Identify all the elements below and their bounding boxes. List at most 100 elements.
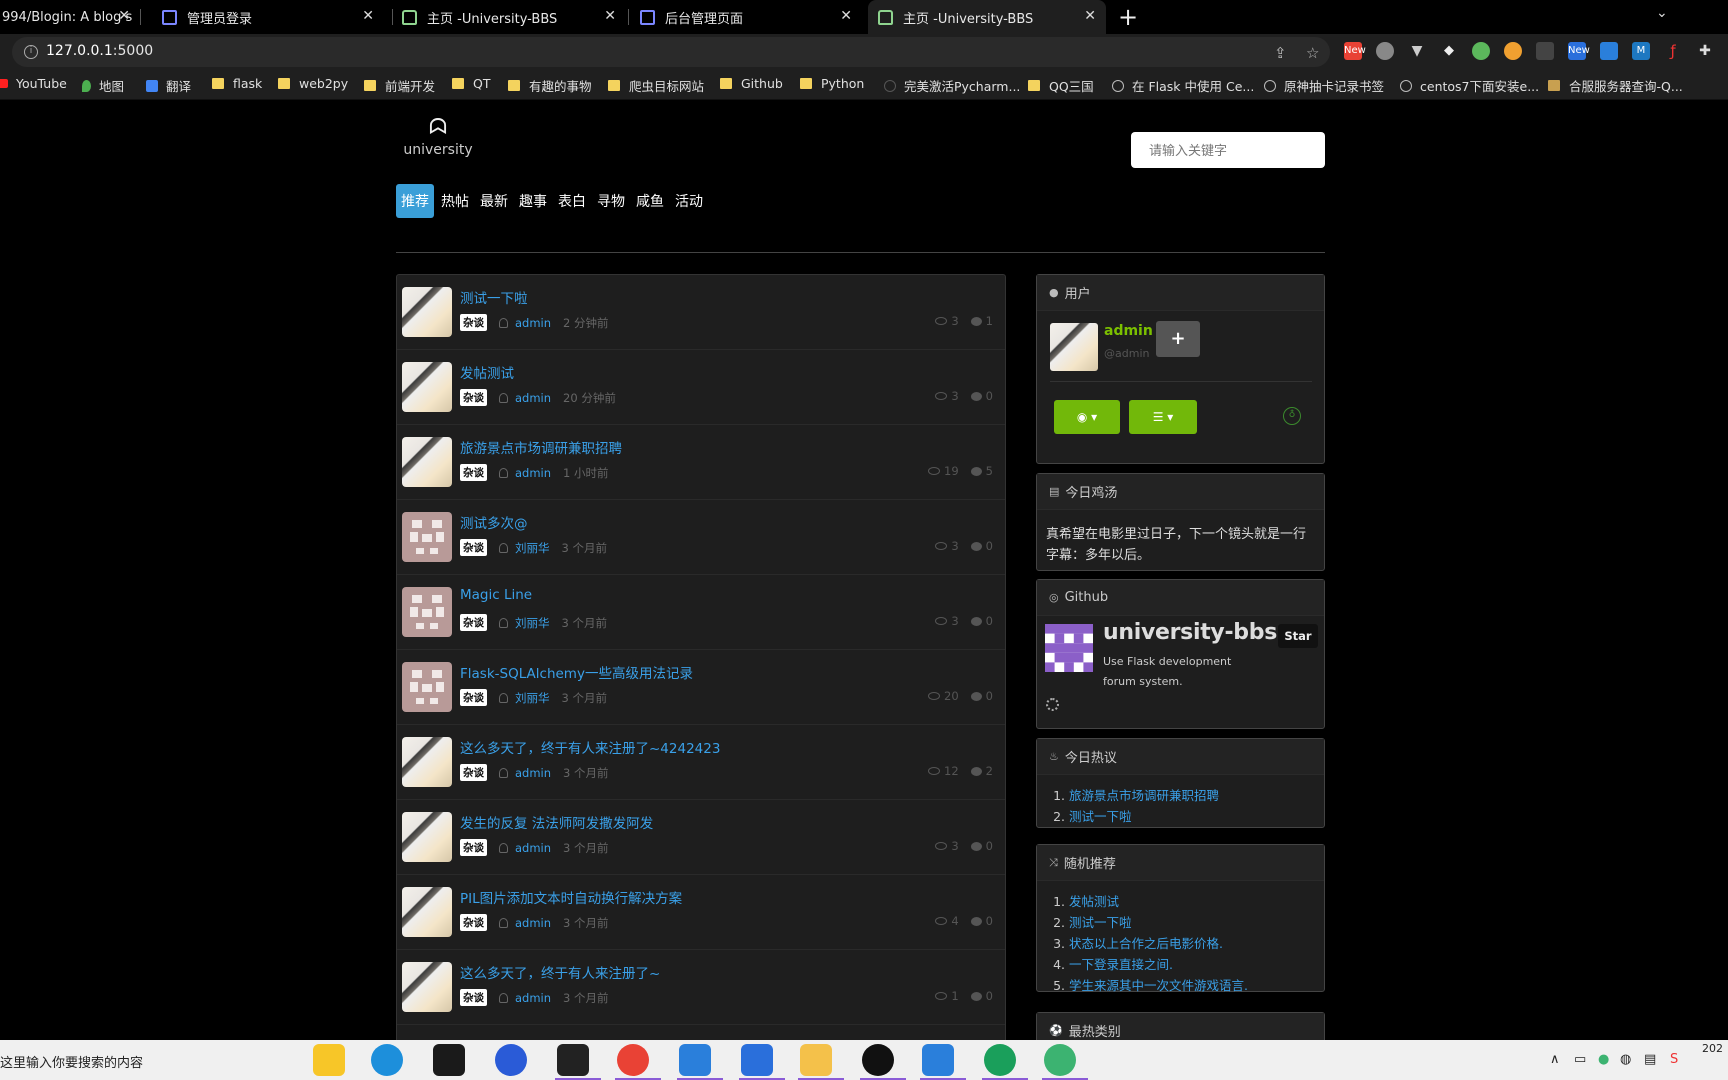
post-author[interactable]: admin: [515, 766, 551, 780]
app-g-icon[interactable]: [557, 1044, 589, 1076]
record-icon[interactable]: [862, 1044, 894, 1076]
close-icon[interactable]: ✕: [362, 8, 374, 24]
post-tag[interactable]: 杂谈: [460, 689, 487, 706]
menu-dropdown-button[interactable]: ☰ ▾: [1129, 400, 1197, 434]
search-input[interactable]: [1131, 132, 1325, 168]
taskbar-search[interactable]: 在这里输入你要搜索的内容: [0, 1052, 143, 1071]
repo-avatar[interactable]: [1045, 624, 1093, 672]
post-author[interactable]: 刘丽华: [515, 540, 550, 556]
baidu-icon[interactable]: [495, 1044, 527, 1076]
avatar[interactable]: [1050, 323, 1098, 371]
nav-confession[interactable]: 表白: [554, 184, 590, 218]
bookmark-fun[interactable]: 有趣的事物: [508, 76, 592, 95]
tab-admin-login[interactable]: 管理员登录 ✕: [152, 0, 384, 34]
bookmark-pycharm[interactable]: 完美激活Pycharm...: [884, 76, 1020, 95]
nav-recommend[interactable]: 推荐: [396, 184, 434, 218]
post-author[interactable]: 刘丽华: [515, 690, 550, 706]
tray-app-icon[interactable]: ◍: [1620, 1052, 1631, 1067]
app-green-icon[interactable]: [984, 1044, 1016, 1076]
tray-up-icon[interactable]: ∧: [1550, 1052, 1560, 1067]
close-icon[interactable]: ✕: [840, 8, 852, 24]
app-blue-icon[interactable]: [741, 1044, 773, 1076]
file-explorer-icon[interactable]: [800, 1044, 832, 1076]
extensions-puzzle-icon[interactable]: ✚: [1696, 42, 1714, 60]
post-tag[interactable]: 杂谈: [460, 989, 487, 1006]
avatar[interactable]: [402, 662, 452, 712]
post-row[interactable]: 测试一下啦 杂谈 admin 2 分钟前 3 1: [397, 275, 1005, 350]
post-author[interactable]: admin: [515, 391, 551, 405]
nav-fun[interactable]: 趣事: [515, 184, 551, 218]
list-link[interactable]: 旅游景点市场调研兼职招聘: [1069, 788, 1219, 803]
extension-glasses-icon[interactable]: [1536, 42, 1554, 60]
bookmark-star-icon[interactable]: ☆: [1306, 44, 1319, 62]
extension-m-icon[interactable]: M: [1632, 42, 1650, 60]
repo-name[interactable]: university-bbs: [1103, 620, 1277, 645]
post-row[interactable]: 发帖测试 杂谈 admin 20 分钟前 3 0: [397, 350, 1005, 425]
list-link[interactable]: 测试一下啦: [1069, 915, 1132, 930]
tab-search-chevron-icon[interactable]: ⌄: [1656, 5, 1668, 21]
avatar[interactable]: [402, 962, 452, 1012]
post-tag[interactable]: 杂谈: [460, 839, 487, 856]
wechat-icon[interactable]: ♁: [1283, 407, 1301, 425]
post-author[interactable]: admin: [515, 316, 551, 330]
post-tag[interactable]: 杂谈: [460, 389, 487, 406]
url-text[interactable]: 127.0.0.1:5000: [46, 43, 153, 59]
bookmark-github[interactable]: Github: [720, 76, 783, 91]
extension-new2-icon[interactable]: New: [1568, 42, 1590, 60]
bookmark-centos[interactable]: centos7下面安装e...: [1400, 76, 1539, 95]
post-author[interactable]: admin: [515, 841, 551, 855]
tray-network-icon[interactable]: ▭: [1574, 1052, 1586, 1067]
avatar[interactable]: [402, 362, 452, 412]
tab-bbs-home-active[interactable]: 主页 -University-BBS ✕: [868, 0, 1106, 34]
tab-admin-panel[interactable]: 后台管理页面 ✕: [630, 0, 862, 34]
post-title[interactable]: Magic Line: [460, 587, 532, 603]
post-tag[interactable]: 杂谈: [460, 914, 487, 931]
post-tag[interactable]: 杂谈: [460, 314, 487, 331]
avatar[interactable]: [402, 737, 452, 787]
bookmark-server[interactable]: 合服服务器查询-Q...: [1548, 76, 1683, 95]
bookmark-crawler[interactable]: 爬虫目标网站: [608, 76, 704, 95]
extension-chrome-icon[interactable]: [1504, 42, 1522, 60]
clock[interactable]: 202: [1702, 1042, 1723, 1055]
feishu-icon[interactable]: [679, 1044, 711, 1076]
post-title[interactable]: 测试多次@: [460, 512, 528, 532]
extension-flash-icon[interactable]: ƒ: [1664, 42, 1682, 60]
close-icon[interactable]: ✕: [1084, 8, 1096, 24]
nav-hot[interactable]: 热帖: [437, 184, 473, 218]
post-author[interactable]: admin: [515, 466, 551, 480]
avatar[interactable]: [402, 512, 452, 562]
post-row[interactable]: 旅游景点市场调研兼职招聘 杂谈 admin 1 小时前 19 5: [397, 425, 1005, 500]
avatar[interactable]: [402, 287, 452, 337]
edge-icon[interactable]: [371, 1044, 403, 1076]
nav-latest[interactable]: 最新: [476, 184, 512, 218]
tray-display-icon[interactable]: ▤: [1644, 1052, 1656, 1067]
post-row[interactable]: 发生的反复 法法师阿发撒发阿发 杂谈 admin 3 个月前 3 0: [397, 800, 1005, 875]
bookmark-flask[interactable]: flask: [212, 76, 262, 91]
extension-v-icon[interactable]: ▼: [1408, 42, 1426, 60]
post-tag[interactable]: 杂谈: [460, 614, 487, 631]
extension-circle-icon[interactable]: [1376, 42, 1394, 60]
extension-green-icon[interactable]: [1472, 42, 1490, 60]
vscode-icon[interactable]: [922, 1044, 954, 1076]
share-icon[interactable]: ⇪: [1274, 44, 1287, 62]
post-title[interactable]: 测试一下啦: [460, 287, 528, 307]
bookmark-genshin[interactable]: 原神抽卡记录书签: [1264, 76, 1384, 95]
post-title[interactable]: 旅游景点市场调研兼职招聘: [460, 437, 622, 457]
post-row[interactable]: PIL图片添加文本时自动换行解决方案 杂谈 admin 3 个月前 4 0: [397, 875, 1005, 950]
post-title[interactable]: 发帖测试: [460, 362, 514, 382]
nav-events[interactable]: 活动: [671, 184, 707, 218]
close-icon[interactable]: ✕: [604, 8, 616, 24]
post-row[interactable]: 这么多天了，终于有人来注册了~4242423 杂谈 admin 3 个月前 12 2: [397, 725, 1005, 800]
bookmark-flask-celery[interactable]: 在 Flask 中使用 Ce...: [1112, 76, 1254, 95]
post-title[interactable]: 发生的反复 法法师阿发撒发阿发: [460, 812, 653, 832]
site-logo[interactable]: ᗣ university: [398, 116, 478, 159]
bookmark-maps[interactable]: 地图: [82, 76, 124, 95]
bookmark-youtube[interactable]: YouTube: [0, 76, 67, 91]
bookmark-python[interactable]: Python: [800, 76, 864, 91]
nav-secondhand[interactable]: 咸鱼: [632, 184, 668, 218]
extension-new-icon[interactable]: New: [1344, 42, 1366, 60]
bookmark-qt[interactable]: QT: [452, 76, 490, 91]
post-tag[interactable]: 杂谈: [460, 539, 487, 556]
post-row[interactable]: Magic Line 杂谈 刘丽华 3 个月前 3 0: [397, 575, 1005, 650]
follow-button[interactable]: +: [1156, 321, 1200, 357]
